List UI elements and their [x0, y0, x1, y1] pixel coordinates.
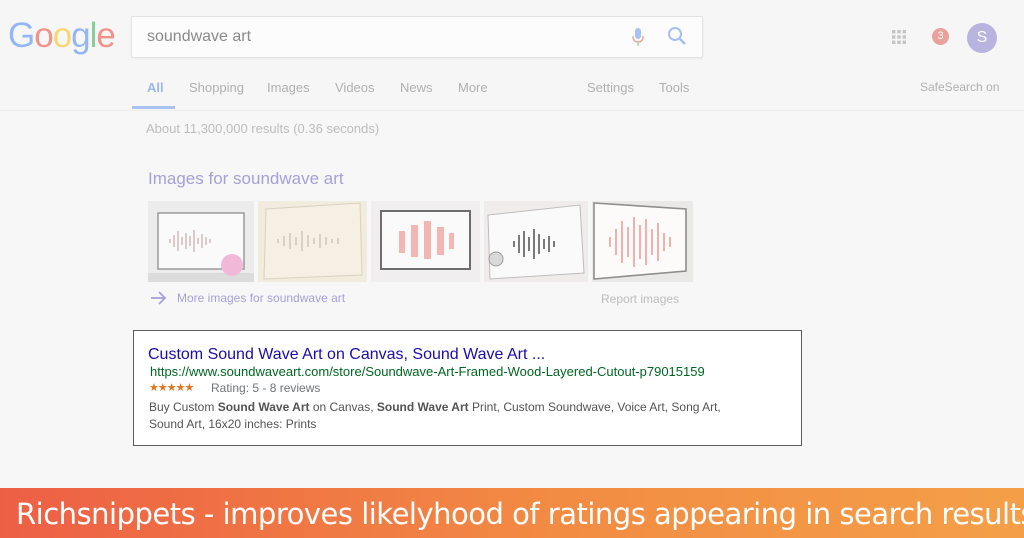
logo-letter: G — [8, 16, 35, 55]
safesearch-status[interactable]: SafeSearch on — [920, 80, 999, 94]
logo-letter: o — [34, 16, 53, 55]
report-images-link[interactable]: Report images — [601, 292, 679, 306]
apps-grid-icon[interactable] — [892, 30, 906, 44]
tab-videos[interactable]: Videos — [335, 80, 375, 95]
logo-letter: g — [71, 16, 90, 55]
image-thumbnail[interactable] — [592, 201, 693, 282]
search-icon[interactable] — [667, 26, 687, 46]
tab-settings[interactable]: Settings — [587, 80, 634, 95]
search-input[interactable]: soundwave art — [147, 28, 251, 46]
more-images-link[interactable]: More images for soundwave art — [177, 291, 345, 305]
image-thumbnail[interactable] — [148, 201, 254, 282]
notification-badge[interactable]: 3 — [932, 28, 949, 45]
banner-caption: Richsnippets - improves likelyhood of ra… — [16, 497, 1024, 531]
search-box[interactable]: soundwave art — [131, 16, 703, 58]
microphone-icon[interactable] — [631, 27, 645, 47]
rating-text: Rating: 5 - 8 reviews — [211, 381, 321, 395]
tab-news[interactable]: News — [400, 80, 433, 95]
tab-images[interactable]: Images — [267, 80, 310, 95]
tab-more[interactable]: More — [458, 80, 488, 95]
google-logo[interactable]: Google — [8, 16, 116, 56]
image-thumbnail[interactable] — [258, 201, 367, 282]
caption-banner: Richsnippets - improves likelyhood of ra… — [0, 488, 1024, 538]
rating-stars: ★★★★★ — [149, 382, 194, 394]
header-bar: Google soundwave art 3 S All Shopping Im… — [0, 0, 1024, 111]
snippet-text: Buy Custom — [149, 400, 218, 414]
result-title-link[interactable]: Custom Sound Wave Art on Canvas, Sound W… — [148, 346, 545, 364]
logo-letter: e — [96, 16, 115, 55]
result-snippet: Buy Custom Sound Wave Art on Canvas, Sou… — [149, 399, 749, 433]
arrow-right-icon[interactable] — [150, 291, 168, 305]
tab-shopping[interactable]: Shopping — [189, 80, 244, 95]
logo-letter: o — [52, 16, 72, 55]
result-url: https://www.soundwaveart.com/store/Sound… — [150, 364, 705, 379]
snippet-keyword: Sound Wave Art — [217, 400, 310, 414]
image-thumbnail[interactable] — [371, 201, 480, 282]
tab-tools[interactable]: Tools — [659, 80, 689, 95]
active-tab-indicator — [132, 106, 175, 109]
avatar[interactable]: S — [967, 23, 997, 53]
snippet-text: on Canvas, — [309, 400, 377, 414]
image-thumbnail[interactable] — [484, 201, 588, 282]
tab-all[interactable]: All — [147, 80, 164, 95]
images-section-heading[interactable]: Images for soundwave art — [148, 169, 344, 189]
snippet-keyword: Sound Wave Art — [376, 400, 469, 414]
rich-snippet-result: Custom Sound Wave Art on Canvas, Sound W… — [133, 330, 802, 446]
result-stats: About 11,300,000 results (0.36 seconds) — [146, 121, 380, 136]
